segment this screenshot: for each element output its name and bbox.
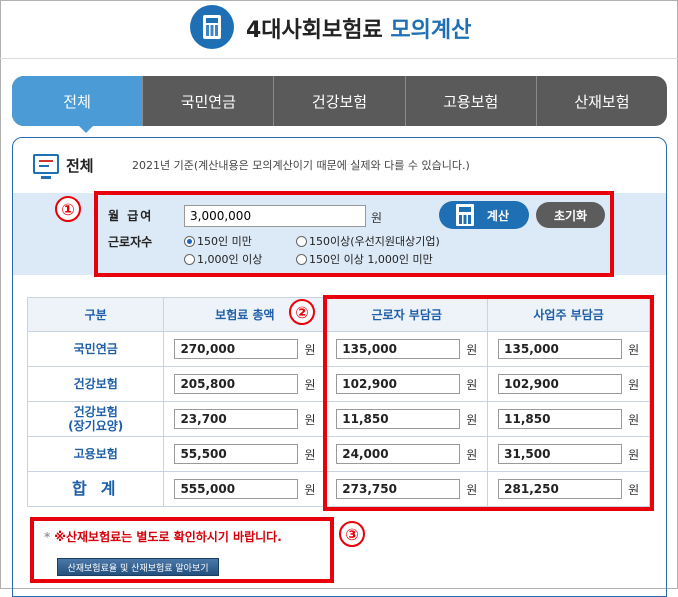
highlight-box-employee-employer (323, 295, 654, 511)
amount-field[interactable]: 205,800 (174, 374, 299, 395)
tab-bar: 전체 국민연금 건강보험 고용보험 산재보험 (12, 76, 667, 126)
title-accent: 모의계산 (390, 18, 472, 43)
tab-employment-insurance[interactable]: 고용보험 (404, 76, 536, 126)
tab-national-pension[interactable]: 국민연금 (142, 76, 273, 126)
callout-3: ③ (339, 521, 365, 547)
col-header: 구분 (26, 297, 165, 332)
highlight-box-input (94, 191, 614, 277)
section-title: 전체 (66, 157, 94, 175)
calculator-logo-icon (190, 5, 234, 49)
page-header: 4대사회보험료 모의계산 (0, 0, 678, 52)
row-label: 건강보험 (장기요양) (26, 401, 165, 437)
tab-all[interactable]: 전체 (12, 76, 143, 126)
tab-industrial-accident[interactable]: 산재보험 (535, 76, 667, 126)
tab-health-insurance[interactable]: 건강보험 (273, 76, 404, 126)
industrial-accident-warning: * ※산재보험료는 별도로 확인하시기 바랍니다. (44, 530, 282, 544)
industrial-accident-rate-button[interactable]: 산재보험료율 및 산재보험료 알아보기 (57, 558, 219, 576)
row-label: 국민연금 (26, 331, 165, 367)
amount-field[interactable]: 23,700 (174, 409, 299, 430)
total-label: 합계 (26, 471, 165, 507)
amount-field[interactable]: 55,500 (174, 444, 299, 465)
title-main: 4대사회보험료 (246, 18, 383, 43)
amount-field[interactable]: 270,000 (174, 339, 299, 360)
callout-2: ② (289, 299, 315, 325)
amount-field[interactable]: 555,000 (174, 479, 299, 500)
callout-1: ① (55, 196, 81, 222)
row-label: 건강보험 (26, 366, 165, 402)
monitor-icon (33, 154, 59, 179)
page-title: 4대사회보험료 모의계산 (246, 12, 471, 44)
row-label: 고용보험 (26, 436, 165, 472)
active-tab-pointer (78, 125, 94, 133)
notice-text: 2021년 기준(계산내용은 모의계산이기 때문에 실제와 다를 수 있습니다.… (132, 159, 470, 172)
header-divider (0, 58, 678, 59)
